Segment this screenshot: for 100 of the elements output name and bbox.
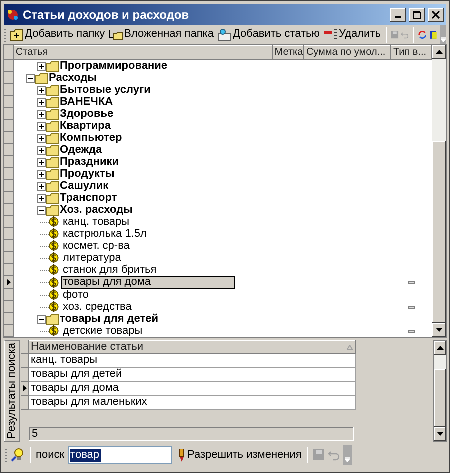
close-button[interactable]: [428, 8, 444, 22]
toolbar-button[interactable]: Удалить: [322, 26, 382, 42]
toolbar-button[interactable]: Добавить папку: [9, 26, 106, 42]
expand-icon[interactable]: [37, 98, 46, 106]
toolbar-grip[interactable]: [5, 448, 8, 462]
item-label[interactable]: канц. товары: [61, 216, 132, 228]
search-label: поиск: [36, 448, 65, 463]
collapse-icon[interactable]: [37, 314, 46, 324]
folder-icon: [46, 204, 60, 216]
expand-icon[interactable]: [37, 146, 46, 154]
column-header[interactable]: Наименование статьи: [29, 340, 356, 354]
collapse-icon[interactable]: [37, 206, 46, 214]
item-label[interactable]: хоз. средства: [61, 301, 134, 313]
folder-label[interactable]: Программирование: [60, 60, 168, 72]
folder-label[interactable]: Транспорт: [60, 192, 118, 204]
row-pointer-icon: [22, 385, 26, 392]
folder-icon: [46, 144, 60, 156]
toolbar-grip[interactable]: [4, 28, 7, 42]
folder-icon: [46, 84, 60, 96]
row-pointer-icon: [6, 278, 10, 286]
expand-icon[interactable]: [37, 158, 46, 166]
item-label[interactable]: литература: [61, 252, 124, 264]
scroll-down-icon: [436, 432, 444, 436]
coin-icon: [49, 228, 59, 240]
folder-icon: [46, 156, 60, 168]
coin-icon: [49, 276, 59, 288]
search-results-tab[interactable]: Результаты поиска: [4, 340, 20, 442]
item-label[interactable]: станок для бритья: [61, 264, 159, 276]
item-label[interactable]: космет. ср-ва: [61, 240, 132, 252]
allow-changes-button[interactable]: Разрешить изменения: [178, 446, 302, 464]
folder-icon: [46, 132, 60, 144]
folder-icon: [46, 120, 60, 132]
nested-folder-icon: [109, 28, 124, 40]
folder-icon: [46, 180, 60, 192]
folder-icon: [35, 72, 49, 84]
expand-icon[interactable]: [37, 110, 46, 118]
folder-label[interactable]: Расходы: [49, 72, 98, 84]
save-icon[interactable]: [390, 28, 399, 40]
expand-icon[interactable]: [37, 194, 46, 202]
minimize-button[interactable]: [390, 8, 406, 22]
folder-label[interactable]: Бытовые услуги: [60, 84, 151, 96]
coin-icon: [49, 240, 59, 252]
expand-icon[interactable]: [37, 86, 46, 94]
app-icon: [6, 8, 20, 22]
delete-icon: [324, 28, 338, 40]
table-cell[interactable]: товары для детей: [29, 368, 356, 382]
table-cell[interactable]: товары для дома: [29, 382, 356, 396]
expand-icon[interactable]: [37, 182, 46, 190]
folder-label[interactable]: Сашулик: [60, 180, 109, 192]
toolbar-button[interactable]: Вложенная папка: [108, 26, 215, 42]
expand-icon[interactable]: [37, 134, 46, 142]
save-icon[interactable]: [312, 449, 325, 461]
add-item-icon: [218, 28, 232, 40]
table-cell[interactable]: канц. товары: [29, 354, 356, 368]
item-label[interactable]: кастрюлька 1.5л: [61, 228, 149, 240]
folder-icon: [46, 192, 60, 204]
maximize-icon: [413, 10, 421, 18]
folder-label[interactable]: Хоз. расходы: [60, 204, 133, 216]
count-field: 5: [29, 427, 354, 441]
folder-icon: [46, 96, 60, 108]
collapse-icon[interactable]: [26, 74, 35, 82]
toolbar-overflow-button[interactable]: [440, 24, 446, 44]
toolbar-overflow-button[interactable]: [342, 445, 352, 465]
expand-icon[interactable]: [37, 122, 46, 130]
scrollbar[interactable]: [433, 340, 447, 442]
column-header[interactable]: Статья: [14, 45, 273, 60]
folder-label[interactable]: Компьютер: [60, 132, 122, 144]
table-cell[interactable]: товары для маленьких: [29, 396, 356, 410]
column-header[interactable]: Метка: [272, 45, 304, 60]
coin-icon: [49, 301, 59, 313]
coin-icon: [49, 325, 59, 337]
maximize-button[interactable]: [409, 8, 425, 22]
folder-icon: [46, 108, 60, 120]
undo-icon[interactable]: [328, 449, 340, 461]
scroll-up-icon: [436, 50, 442, 54]
expand-icon[interactable]: [37, 62, 46, 70]
coin-icon: [49, 264, 59, 276]
item-label[interactable]: товары для дома: [61, 276, 235, 289]
chevron-down-icon: [440, 36, 446, 42]
toolbar-button[interactable]: Добавить статью: [216, 26, 321, 42]
coin-icon: [49, 252, 59, 264]
scrollbar[interactable]: [432, 45, 446, 337]
row-header[interactable]: [21, 382, 29, 396]
column-header[interactable]: Сумма по умол...: [304, 45, 392, 60]
item-label[interactable]: детские товары: [61, 325, 145, 337]
folder-label[interactable]: ВАНЕЧКА: [60, 96, 114, 108]
row-header[interactable]: [4, 276, 14, 289]
folder-label[interactable]: Одежда: [60, 144, 102, 156]
search-field[interactable]: товар: [68, 446, 172, 464]
add-folder-icon: [10, 28, 24, 40]
folder-label[interactable]: товары для детей: [60, 313, 159, 325]
item-label[interactable]: фото: [61, 289, 91, 301]
scroll-down-icon: [436, 328, 442, 332]
expand-icon[interactable]: [37, 170, 46, 178]
chevron-down-icon: [344, 457, 350, 462]
folder-label[interactable]: Здоровье: [60, 108, 114, 120]
coin-icon: [49, 216, 59, 228]
folder-label[interactable]: Квартира: [60, 120, 112, 132]
folder-label[interactable]: Праздники: [60, 156, 120, 168]
folder-label[interactable]: Продукты: [60, 168, 115, 180]
